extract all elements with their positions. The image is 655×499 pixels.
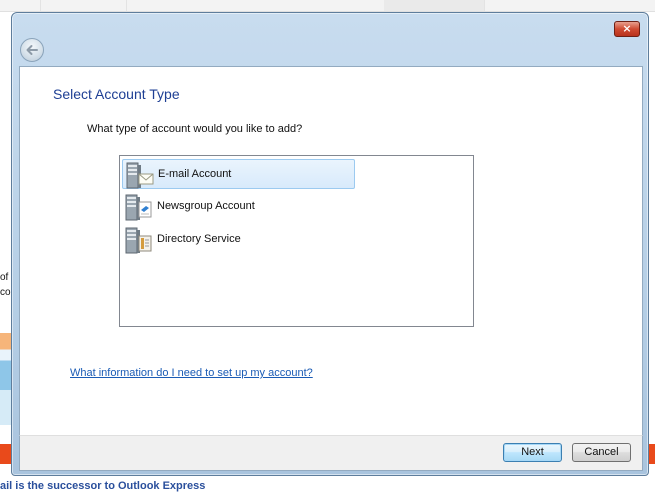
button-bar: Next Cancel <box>19 435 643 471</box>
add-account-dialog: × Select Account Type What type of accou… <box>11 12 649 476</box>
list-item-newsgroup-account[interactable]: Newsgroup Account <box>122 192 355 222</box>
list-item-label: Directory Service <box>157 233 241 245</box>
background-segment <box>384 0 485 11</box>
background-segment <box>40 0 127 11</box>
cancel-button[interactable]: Cancel <box>572 443 631 462</box>
directory-server-icon <box>125 227 152 254</box>
page-title: Select Account Type <box>53 86 180 102</box>
close-icon: × <box>622 22 632 35</box>
background-text-fragment: co <box>0 287 11 298</box>
list-item-label: Newsgroup Account <box>157 200 255 212</box>
newsgroup-server-icon <box>125 194 152 221</box>
email-server-icon <box>126 162 154 189</box>
list-item-directory-service[interactable]: Directory Service <box>122 225 355 255</box>
wizard-content: Select Account Type What type of account… <box>19 66 643 436</box>
instruction-text: What type of account would you like to a… <box>87 123 303 135</box>
next-button[interactable]: Next <box>503 443 562 462</box>
account-type-list[interactable]: E-mail Account Newsgroup Account Directo… <box>119 155 474 327</box>
background-segment <box>126 0 385 11</box>
screen: of co ail is the successor to Outlook Ex… <box>0 0 655 499</box>
background-thumbnail <box>0 333 11 425</box>
background-text-fragment: of <box>0 272 9 283</box>
background-segment <box>0 0 41 11</box>
background-window-strip <box>0 0 655 12</box>
help-link[interactable]: What information do I need to set up my … <box>70 367 313 379</box>
background-banner-text: ail is the successor to Outlook Express <box>0 480 206 492</box>
list-item-label: E-mail Account <box>158 168 232 180</box>
back-button[interactable] <box>20 38 44 62</box>
back-arrow-icon <box>26 45 38 55</box>
list-item-email-account[interactable]: E-mail Account <box>122 159 355 189</box>
close-button[interactable]: × <box>614 21 640 37</box>
